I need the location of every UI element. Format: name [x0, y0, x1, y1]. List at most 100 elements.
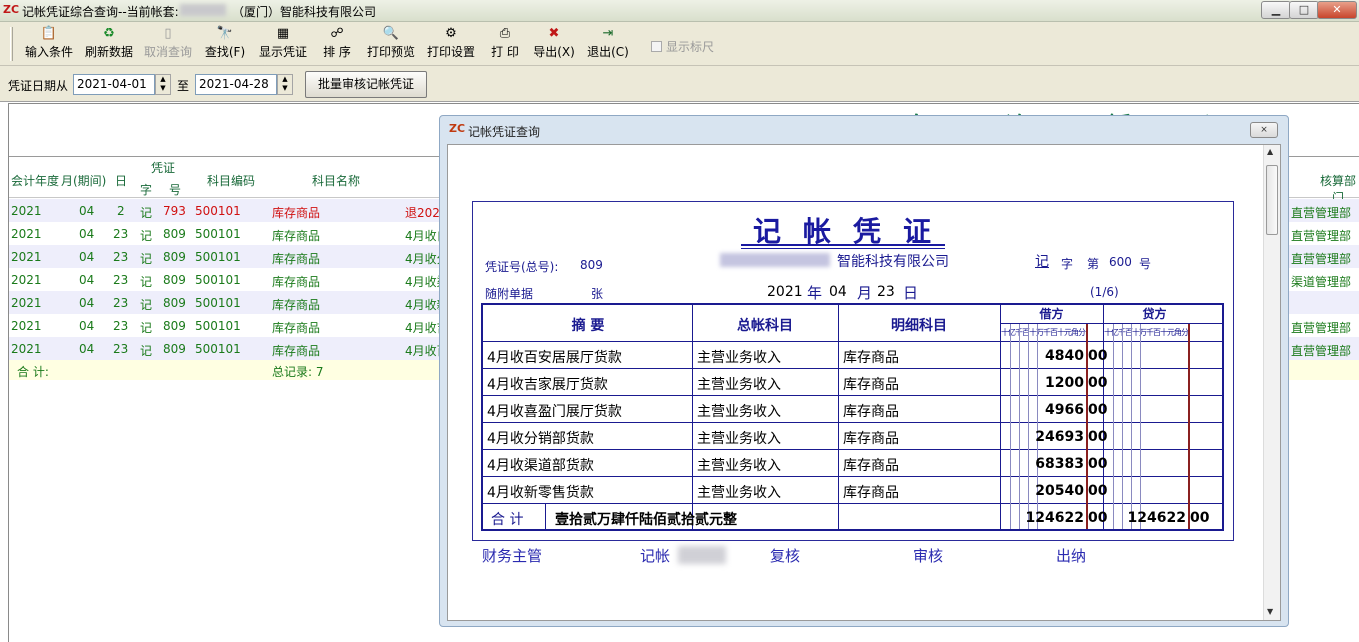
window-title: 记帐凭证综合查询--当前帐套: [22, 5, 179, 19]
line-detail: 库存商品 [843, 350, 899, 366]
input-conditions-icon: 📋 [40, 26, 58, 41]
cell-code: 500101 [195, 342, 241, 356]
grid-line [483, 341, 1222, 342]
window-title-company: （厦门）智能科技有限公司 [232, 5, 377, 19]
month-label: 月 [857, 284, 873, 302]
binoculars-icon: 🔭 [216, 26, 234, 41]
refresh-data-label: 刷新数据 [84, 45, 133, 59]
grid-line [483, 395, 1222, 396]
hao-label: 号 [1139, 257, 1152, 271]
cell-year: 2021 [11, 273, 42, 287]
cancel-query-button[interactable]: ▯ 取消查询 [141, 25, 195, 63]
dialog-title: 记帐凭证查询 [468, 125, 541, 139]
page-indicator: (1/6) [1090, 285, 1119, 299]
cell-dept: 直营管理部 [1291, 344, 1352, 358]
total-label: 合 计 [491, 512, 524, 528]
export-button[interactable]: ✖ 导出(X) [532, 25, 576, 63]
cell-day: 23 [113, 273, 129, 287]
grid-line [483, 368, 1222, 369]
date-day: 23 [877, 284, 895, 300]
cell-hao: 793 [163, 204, 186, 218]
line-summary: 4月收喜盈门展厅货款 [487, 404, 622, 420]
cell-day: 23 [113, 319, 129, 333]
dialog-title-bar[interactable]: ZC 记帐凭证查询 ⨯ [440, 116, 1288, 142]
line-gl: 主营业务收入 [697, 431, 781, 447]
date-year: 2021 [767, 284, 803, 300]
close-button[interactable]: ✕ [1317, 1, 1357, 19]
cell-code: 500101 [195, 319, 241, 333]
batch-audit-button[interactable]: 批量审核记帐凭证 [305, 71, 427, 98]
cell-name: 库存商品 [272, 229, 321, 243]
document-icon: ▯ [164, 26, 172, 41]
cell-dept: 渠道管理部 [1291, 275, 1352, 289]
grid-line [483, 503, 1222, 504]
refresh-data-button[interactable]: ♻ 刷新数据 [82, 25, 136, 63]
scroll-down-icon[interactable]: ▼ [1267, 607, 1273, 616]
sort-button[interactable]: ☍ 排 序 [316, 25, 358, 63]
attach-label: 随附单据 [485, 287, 534, 301]
date-to-input[interactable]: 2021-04-28 [195, 74, 277, 95]
col-voucher[interactable]: 凭证 [151, 159, 175, 176]
date-from-input[interactable]: 2021-04-01 [73, 74, 155, 95]
voucher-number: 600 [1109, 255, 1132, 269]
col-day[interactable]: 日 [115, 172, 127, 189]
date-to-spinner[interactable]: ▲ ▼ [277, 74, 293, 95]
grid-line [483, 476, 1222, 477]
show-ruler-checkbox[interactable]: 显示标尺 [651, 38, 714, 55]
print-preview-button[interactable]: 🔍 打印预览 [364, 25, 418, 63]
title-bar: ZC 记帐凭证综合查询--当前帐套: （厦门）智能科技有限公司 ▁ □ ✕ [0, 0, 1359, 22]
print-settings-button[interactable]: ⚙ 打印设置 [424, 25, 478, 63]
grid-line [483, 449, 1222, 450]
dialog-app-icon: ZC [449, 122, 466, 135]
cell-period: 04 [79, 227, 95, 241]
line-debit-fen: 00 [1088, 429, 1108, 445]
printer-icon: ⎙ [499, 26, 511, 41]
toolbar-grip[interactable] [10, 27, 13, 61]
line-debit-yuan: 4840 [1045, 348, 1084, 364]
year-label: 年 [807, 284, 823, 302]
maximize-button[interactable]: □ [1289, 1, 1319, 19]
cell-hao: 809 [163, 250, 186, 264]
cell-period: 04 [79, 296, 95, 310]
col-hao[interactable]: 号 [169, 181, 181, 198]
title-underline [741, 244, 945, 246]
grid-line [545, 503, 546, 529]
dialog-close-button[interactable]: ⨯ [1250, 122, 1278, 138]
scroll-thumb[interactable] [1266, 165, 1278, 235]
total-label: 合 计: [17, 365, 49, 379]
date-from-spinner[interactable]: ▲ ▼ [155, 74, 171, 95]
cell-name: 库存商品 [272, 252, 321, 266]
find-label: 查找(F) [204, 45, 246, 59]
scroll-up-icon[interactable]: ▲ [1267, 147, 1273, 156]
digit-guide [1131, 324, 1132, 529]
col-code[interactable]: 科目编码 [207, 172, 255, 189]
total-records: 总记录: 7 [272, 365, 324, 379]
exit-button[interactable]: ⇥ 退出(C) [586, 25, 630, 63]
total-in-words: 壹拾贰万肆仟陆佰贰拾贰元整 [555, 512, 737, 528]
col-year[interactable]: 会计年度 [11, 172, 59, 189]
minimize-button[interactable]: ▁ [1261, 1, 1291, 19]
find-button[interactable]: 🔭 查找(F) [201, 25, 249, 63]
grid-icon: ▦ [276, 26, 290, 41]
cell-hao: 809 [163, 296, 186, 310]
vertical-scrollbar[interactable]: ▲ ▼ [1263, 145, 1280, 620]
line-summary: 4月收渠道部货款 [487, 458, 594, 474]
detail-account-header: 明细科目 [891, 318, 947, 334]
refresh-icon: ♻ [103, 26, 115, 41]
total-debit-yuan: 124622 [1025, 510, 1084, 526]
print-button[interactable]: ⎙ 打 印 [484, 25, 526, 63]
settings-icon: ⚙ [445, 26, 457, 41]
voucher-no: 809 [580, 258, 603, 272]
redacted-bookkeeper-name [678, 546, 726, 564]
spin-down-icon: ▼ [160, 84, 166, 92]
col-zi[interactable]: 字 [140, 181, 152, 198]
col-period[interactable]: 月(期间) [61, 172, 106, 189]
cell-code: 500101 [195, 296, 241, 310]
line-debit-fen: 00 [1088, 456, 1108, 472]
input-conditions-button[interactable]: 📋 输入条件 [22, 25, 76, 63]
col-name[interactable]: 科目名称 [312, 172, 360, 189]
summary-header: 摘 要 [571, 318, 605, 334]
grid-line [692, 305, 693, 529]
cell-zi: 记 [140, 206, 153, 220]
show-voucher-button[interactable]: ▦ 显示凭证 [256, 25, 310, 63]
